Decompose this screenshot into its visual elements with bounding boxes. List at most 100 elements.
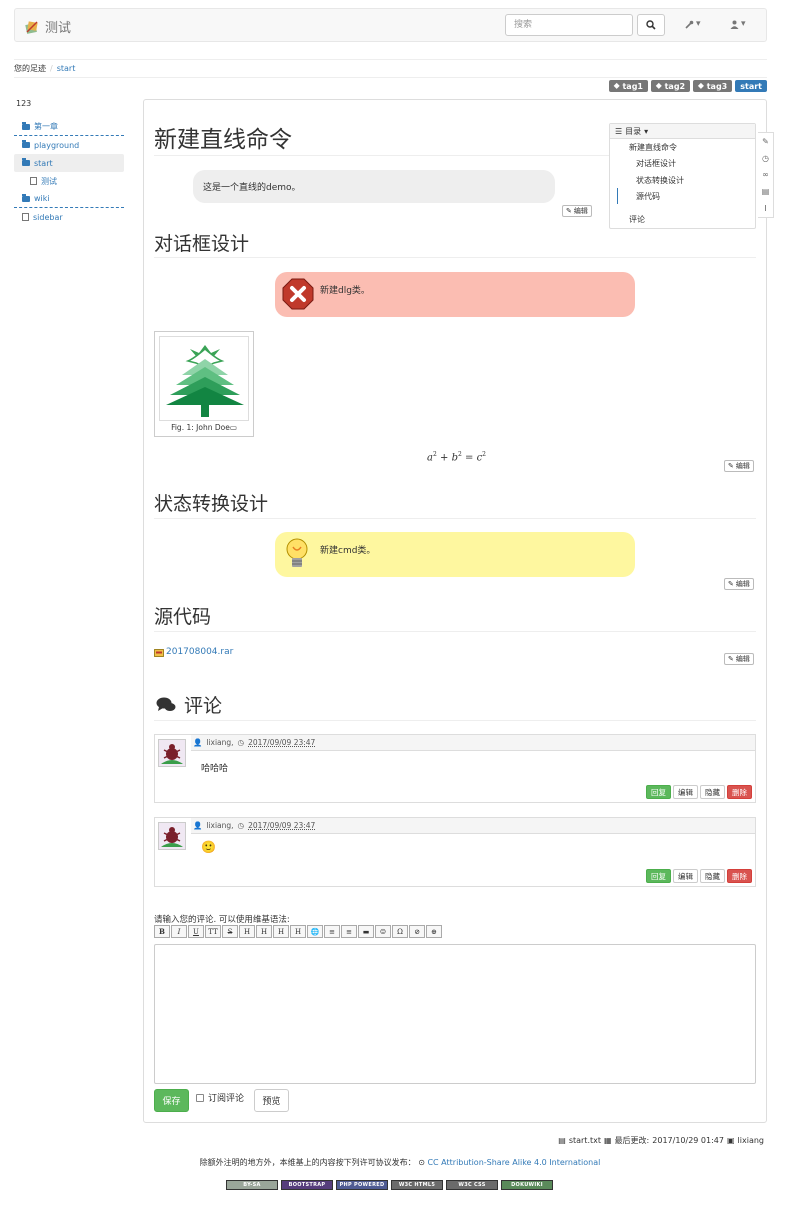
toc-toggle[interactable]: ☰ 目录 ▾ [610,124,755,139]
comments-heading: 评论 [156,691,222,718]
toc-item[interactable]: 评论 [629,214,645,225]
sidebar-item-start[interactable]: start [14,154,124,172]
html5-badge[interactable]: W3C HTML5 [391,1180,443,1190]
archive-file-icon [154,648,164,657]
breadcrumb-link-start[interactable]: start [57,64,76,73]
divider [154,720,756,721]
edit-comment-button[interactable]: 编辑 [673,869,698,883]
preview-button[interactable]: 预览 [254,1089,289,1112]
tools-menu[interactable]: ▾ [685,19,701,29]
cc-icon: ⊙ [418,1158,425,1167]
toc-item[interactable]: 源代码 [636,191,660,202]
figure: Fig. 1: John Doe▭ [154,331,254,437]
hide-comment-button[interactable]: 隐藏 [700,785,725,799]
tip-note: 新建cmd类。 [275,532,635,577]
dokuwiki-badge[interactable]: DOKUWIKI [501,1180,553,1190]
sidebar-item-label: 第一章 [34,122,58,131]
hide-comment-button[interactable]: 隐藏 [700,869,725,883]
figure-caption: Fig. 1: John Doe▭ [159,423,249,432]
brand[interactable]: 测试 [25,17,71,36]
edit-comment-button[interactable]: 编辑 [673,785,698,799]
edit-section-button[interactable]: ✎ 编辑 [724,460,754,472]
subscribe-label: 订阅评论 [208,1094,245,1104]
comment-input-label: 请输入您的评论. 可以使用维基语法: [154,915,290,925]
bold-button[interactable]: B [154,925,170,938]
sidebar-item-sidebar[interactable]: sidebar [14,208,124,226]
comments-icon [156,697,176,711]
page-tools: ✎ ◷ ∞ ▤ I [758,132,774,218]
divider [14,77,767,78]
heading-same-button[interactable]: H [239,925,255,938]
edit-label: 编辑 [573,207,588,215]
file-download-link[interactable]: 201708004.rar [154,647,233,657]
folder-icon [22,193,30,202]
user-menu[interactable]: ▾ [730,19,746,29]
css-badge[interactable]: W3C CSS [446,1180,498,1190]
sidebar-item-wiki[interactable]: wiki [14,190,124,208]
sidebar-item-test[interactable]: 测试 [14,172,124,190]
plugin-button[interactable]: ⊕ [426,925,442,938]
sidebar-item-label: 测试 [41,176,57,186]
edit-section-button[interactable]: ✎ 编辑 [724,653,754,665]
heading-higher-button[interactable]: H [273,925,289,938]
tree-dove-image[interactable] [159,336,249,421]
search-input[interactable] [505,14,633,36]
user-icon: ▣ [726,1136,735,1145]
italic-button[interactable]: I [171,925,187,938]
clock-icon: ◷ [237,738,245,747]
folder-icon [22,121,30,130]
last-modified: 2017/10/29 01:47 [652,1136,724,1145]
search-button[interactable] [637,14,665,36]
tag-start[interactable]: start [735,80,767,92]
edit-page-icon[interactable]: ✎ [762,137,769,146]
reply-button[interactable]: 回复 [646,869,671,883]
tag-1[interactable]: ⬥ tag1 [608,80,648,92]
subscribe-comments[interactable]: 订阅评论 [196,1091,244,1104]
bootstrap-badge[interactable]: BOOTSTRAP [281,1180,333,1190]
tag-3[interactable]: ⬥ tag3 [693,80,733,92]
sidebar-item-label: wiki [34,194,50,203]
toc-item[interactable]: 新建直线命令 [629,142,677,153]
special-chars-button[interactable]: Ω [392,925,408,938]
divider [154,631,756,632]
subscribe-checkbox[interactable] [196,1093,204,1102]
cc-badge[interactable]: BY-SA [226,1180,278,1190]
link-button[interactable]: 🌐 [307,925,323,938]
unordered-list-button[interactable]: ≡ [341,925,357,938]
monospace-button[interactable]: TT [205,925,221,938]
toc-item[interactable]: 状态转换设计 [636,175,684,186]
horizontal-rule-button[interactable]: ▬ [358,925,374,938]
comment-textarea[interactable] [154,944,756,1084]
reply-button[interactable]: 回复 [646,785,671,799]
math-exp: 2 [457,451,462,458]
license-info: 除额外注明的地方外，本维基上的内容按下列许可协议发布： ⊙ CC Attribu… [0,1157,800,1168]
comment-item: 👤 lixiang, ◷ 2017/09/09 23:47 哈哈哈 回复 编辑 … [154,734,756,803]
export-icon[interactable]: ▤ [762,187,770,196]
license-text: 除额外注明的地方外，本维基上的内容按下列许可协议发布： [199,1158,416,1167]
smiley-button[interactable]: ☺ [375,925,391,938]
sidebar: 123 第一章 playground start 测试 wiki sidebar [14,99,124,226]
edit-section-button[interactable]: ✎ 编辑 [562,205,592,217]
save-button[interactable]: 保存 [154,1089,189,1112]
pencil-icon: ✎ [728,580,734,588]
signature-button[interactable]: ⊘ [409,925,425,938]
strikethrough-button[interactable]: S [222,925,238,938]
delete-comment-button[interactable]: 删除 [727,785,752,799]
heading-lower-button[interactable]: H [256,925,272,938]
back-to-top-icon[interactable]: I [764,204,766,213]
delete-comment-button[interactable]: 删除 [727,869,752,883]
heading-menu-button[interactable]: H [290,925,306,938]
php-badge[interactable]: PHP POWERED [336,1180,388,1190]
sidebar-item-chapter1[interactable]: 第一章 [14,118,124,136]
revisions-icon[interactable]: ◷ [762,154,769,163]
comment-author: lixiang, [206,821,234,830]
edit-section-button[interactable]: ✎ 编辑 [724,578,754,590]
underline-button[interactable]: U [188,925,204,938]
license-link[interactable]: CC Attribution-Share Alike 4.0 Internati… [427,1158,600,1167]
breadcrumb: 您的足迹 / start [14,63,75,74]
backlinks-icon[interactable]: ∞ [762,170,769,179]
sidebar-item-playground[interactable]: playground [14,136,124,154]
toc-item[interactable]: 对话框设计 [636,158,676,169]
tag-2[interactable]: ⬥ tag2 [650,80,691,92]
ordered-list-button[interactable]: ≡ [324,925,340,938]
